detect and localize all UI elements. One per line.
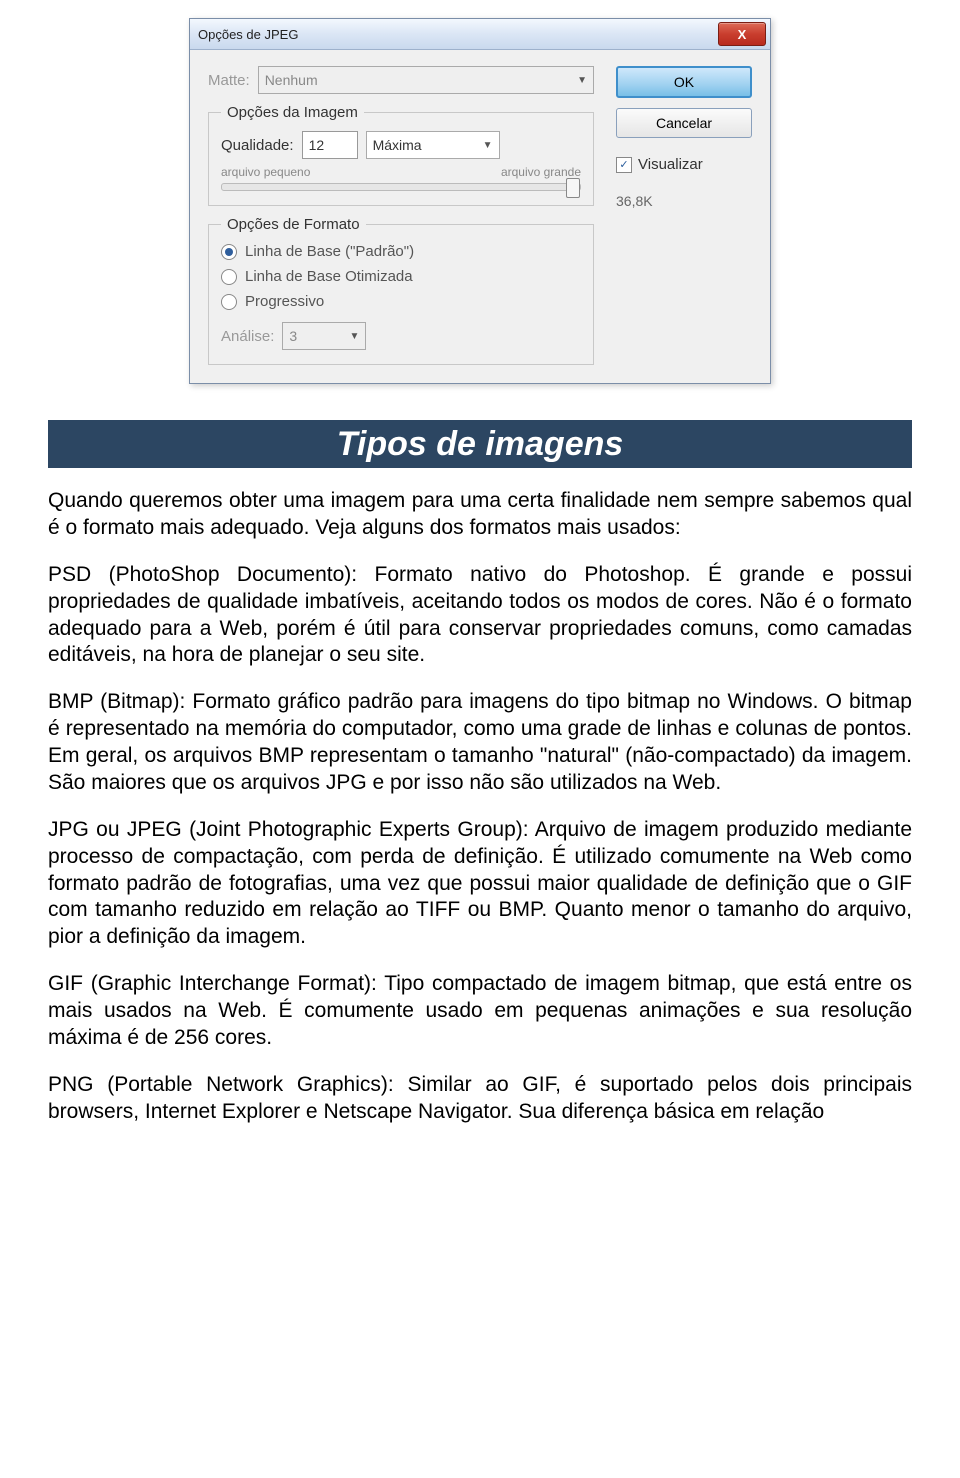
- chevron-down-icon: ▼: [349, 331, 359, 342]
- paragraph-bmp: BMP (Bitmap): Formato gráfico padrão par…: [48, 689, 912, 797]
- image-options-legend: Opções da Imagem: [221, 104, 364, 121]
- section-title: Tipos de imagens: [58, 425, 902, 464]
- slider-label-large: arquivo grande: [501, 165, 581, 179]
- chevron-down-icon: ▼: [483, 140, 493, 151]
- paragraph-jpg: JPG ou JPEG (Joint Photographic Experts …: [48, 817, 912, 951]
- image-options-group: Opções da Imagem Qualidade: 12 Máxima ▼ …: [208, 104, 594, 206]
- radio-icon: [221, 244, 237, 260]
- ok-button[interactable]: OK: [616, 66, 752, 98]
- paragraph-png: PNG (Portable Network Graphics): Similar…: [48, 1072, 912, 1126]
- paragraph-intro: Quando queremos obter uma imagem para um…: [48, 488, 912, 542]
- preview-label: Visualizar: [638, 156, 703, 173]
- slider-thumb[interactable]: [566, 178, 580, 198]
- format-options-legend: Opções de Formato: [221, 216, 366, 233]
- quality-preset-dropdown[interactable]: Máxima ▼: [366, 131, 500, 159]
- quality-label: Qualidade:: [221, 137, 294, 154]
- radio-icon: [221, 294, 237, 310]
- quality-preset-value: Máxima: [373, 137, 422, 153]
- matte-label: Matte:: [208, 72, 250, 89]
- matte-dropdown[interactable]: Nenhum ▼: [258, 66, 594, 94]
- filesize-label: 36,8K: [616, 193, 752, 209]
- chevron-down-icon: ▼: [577, 75, 587, 86]
- article: Tipos de imagens Quando queremos obter u…: [0, 384, 960, 1186]
- scans-dropdown: 3 ▼: [282, 322, 366, 350]
- radio-baseline-standard[interactable]: Linha de Base ("Padrão"): [221, 243, 581, 260]
- cancel-button[interactable]: Cancelar: [616, 108, 752, 138]
- section-title-bar: Tipos de imagens: [48, 420, 912, 468]
- quality-slider[interactable]: [221, 183, 581, 191]
- paragraph-psd: PSD (PhotoShop Documento): Formato nativ…: [48, 562, 912, 670]
- radio-progressive[interactable]: Progressivo: [221, 293, 581, 310]
- quality-input[interactable]: 12: [302, 131, 358, 159]
- paragraph-gif: GIF (Graphic Interchange Format): Tipo c…: [48, 971, 912, 1052]
- checkbox-icon: ✓: [616, 157, 632, 173]
- scans-label: Análise:: [221, 328, 274, 345]
- matte-value: Nenhum: [265, 72, 318, 88]
- radio-baseline-optimized[interactable]: Linha de Base Otimizada: [221, 268, 581, 285]
- slider-label-small: arquivo pequeno: [221, 165, 310, 179]
- format-options-group: Opções de Formato Linha de Base ("Padrão…: [208, 216, 594, 365]
- close-button[interactable]: X: [718, 22, 766, 46]
- radio-icon: [221, 269, 237, 285]
- scans-value: 3: [289, 328, 297, 344]
- window-title: Opções de JPEG: [198, 27, 298, 42]
- preview-checkbox[interactable]: ✓ Visualizar: [616, 156, 752, 173]
- jpeg-options-dialog: Opções de JPEG X Matte: Nenhum ▼ Opções …: [189, 18, 771, 384]
- titlebar[interactable]: Opções de JPEG X: [190, 19, 770, 50]
